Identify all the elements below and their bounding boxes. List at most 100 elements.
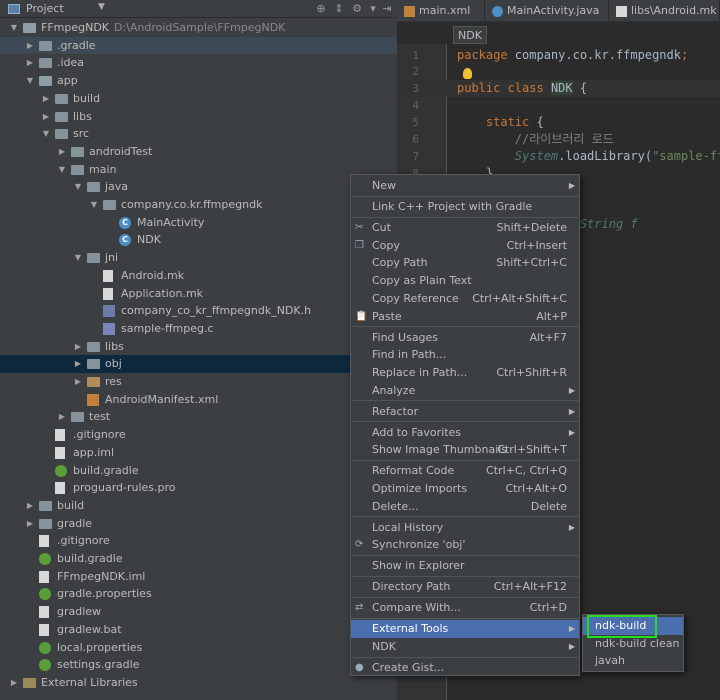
expanded-arrow-icon[interactable]: ▼ — [88, 196, 100, 213]
tree-row[interactable]: C MainActivity — [0, 214, 397, 232]
tree-row[interactable]: ▶ obj — [0, 355, 397, 373]
tree-row[interactable]: FFmpegNDK.iml — [0, 568, 397, 586]
menu-item-optimize-imports[interactable]: Optimize Imports Ctrl+Alt+O — [351, 480, 579, 498]
tree-row[interactable]: ▶ test — [0, 408, 397, 426]
tree-row[interactable]: ▼ FFmpegNDK D:\AndroidSample\FFmpegNDK — [0, 19, 397, 37]
menu-item-paste[interactable]: 📋 Paste Alt+P — [351, 308, 579, 326]
menu-item-replace-in-path[interactable]: Replace in Path... Ctrl+Shift+R — [351, 364, 579, 382]
menu-item-new[interactable]: New ▶ — [351, 177, 579, 195]
tree-row[interactable]: .gitignore — [0, 426, 397, 444]
tree-row[interactable]: ▼ jni — [0, 249, 397, 267]
collapsed-arrow-icon[interactable]: ▶ — [72, 355, 84, 372]
tree-row[interactable]: ▶ res — [0, 373, 397, 391]
project-view-selector[interactable]: Project — [26, 2, 64, 15]
menu-item-refactor[interactable]: Refactor ▶ — [351, 403, 579, 421]
menu-item-ndk[interactable]: NDK ▶ — [351, 638, 579, 656]
expanded-arrow-icon[interactable]: ▼ — [72, 249, 84, 266]
menu-item-add-to-favorites[interactable]: Add to Favorites ▶ — [351, 424, 579, 442]
menu-item-find-usages[interactable]: Find Usages Alt+F7 — [351, 329, 579, 347]
menu-item-compare-with[interactable]: ⇄ Compare With... Ctrl+D — [351, 599, 579, 617]
collapsed-arrow-icon[interactable]: ▶ — [56, 408, 68, 425]
tree-row[interactable]: ▶ libs — [0, 338, 397, 356]
code-line[interactable]: 5 static { — [397, 114, 720, 131]
tree-row[interactable]: proguard-rules.pro — [0, 479, 397, 497]
tree-row[interactable]: settings.gradle — [0, 656, 397, 674]
tree-row[interactable]: app.iml — [0, 444, 397, 462]
menu-item-copy[interactable]: ❐ Copy Ctrl+Insert — [351, 237, 579, 255]
expanded-arrow-icon[interactable]: ▼ — [56, 161, 68, 178]
menu-item-copy-as-plain-text[interactable]: Copy as Plain Text — [351, 272, 579, 290]
menu-item-reformat-code[interactable]: Reformat Code Ctrl+C, Ctrl+Q — [351, 462, 579, 480]
menu-item-show-image-thumbnails[interactable]: Show Image Thumbnails Ctrl+Shift+T — [351, 441, 579, 459]
tree-row[interactable]: ▶ build — [0, 90, 397, 108]
collapsed-arrow-icon[interactable]: ▶ — [40, 108, 52, 125]
expanded-arrow-icon[interactable]: ▼ — [8, 19, 20, 36]
tree-row[interactable]: AndroidManifest.xml — [0, 391, 397, 409]
submenu-item-javah[interactable]: javah — [583, 652, 683, 670]
tree-row[interactable]: ▼ java — [0, 178, 397, 196]
menu-item-cut[interactable]: ✂ Cut Shift+Delete — [351, 219, 579, 237]
code-line[interactable]: 7 System.loadLibrary("sample-ffmp — [397, 148, 720, 165]
tree-row[interactable]: gradlew — [0, 603, 397, 621]
tree-row[interactable]: ▶ gradle — [0, 515, 397, 533]
code-line[interactable]: 1 package company.co.kr.ffmpegndk; — [397, 47, 720, 64]
tree-row[interactable]: company_co_kr_ffmpegndk_NDK.h — [0, 302, 397, 320]
hide-panel-icon[interactable]: ⇥ — [380, 2, 394, 16]
tree-row[interactable]: ▶ .idea — [0, 54, 397, 72]
menu-item-local-history[interactable]: Local History ▶ — [351, 519, 579, 537]
collapsed-arrow-icon[interactable]: ▶ — [8, 674, 20, 691]
expanded-arrow-icon[interactable]: ▼ — [24, 72, 36, 89]
tree-row[interactable]: gradle.properties — [0, 585, 397, 603]
code-line[interactable]: 3 public class NDK { — [397, 80, 720, 98]
tree-row[interactable]: build.gradle — [0, 462, 397, 480]
tree-row[interactable]: ▶ .gradle — [0, 36, 397, 55]
tree-row[interactable]: ▼ main — [0, 161, 397, 179]
tree-row[interactable]: .gitignore — [0, 532, 397, 550]
collapsed-arrow-icon[interactable]: ▶ — [56, 143, 68, 160]
menu-item-link-c-project-with-gradle[interactable]: Link C++ Project with Gradle — [351, 198, 579, 216]
menu-item-synchronize-obj[interactable]: ⟳ Synchronize 'obj' — [351, 536, 579, 554]
editor-tab[interactable]: libs\Android.mk — [609, 0, 720, 22]
tree-row[interactable]: build.gradle — [0, 550, 397, 568]
menu-item-copy-path[interactable]: Copy Path Shift+Ctrl+C — [351, 254, 579, 272]
menu-item-analyze[interactable]: Analyze ▶ — [351, 382, 579, 400]
code-line[interactable]: 2 — [397, 63, 720, 80]
tree-row[interactable]: ▼ app — [0, 72, 397, 90]
menu-item-external-tools[interactable]: External Tools ▶ — [351, 620, 579, 639]
menu-item-show-in-explorer[interactable]: Show in Explorer — [351, 557, 579, 575]
collapsed-arrow-icon[interactable]: ▶ — [72, 338, 84, 355]
target-icon[interactable]: ⊕ — [314, 2, 328, 16]
tree-row[interactable]: local.properties — [0, 639, 397, 657]
code-line[interactable]: 4 — [397, 97, 720, 114]
tree-row[interactable]: sample-ffmpeg.c — [0, 320, 397, 338]
tree-row[interactable]: ▶ build — [0, 497, 397, 515]
collapsed-arrow-icon[interactable]: ▶ — [24, 54, 36, 71]
tree-row[interactable]: ▼ company.co.kr.ffmpegndk — [0, 196, 397, 214]
menu-item-delete[interactable]: Delete... Delete — [351, 498, 579, 516]
collapsed-arrow-icon[interactable]: ▶ — [72, 373, 84, 390]
menu-item-copy-reference[interactable]: Copy Reference Ctrl+Alt+Shift+C — [351, 290, 579, 308]
editor-tab[interactable]: MainActivity.java — [485, 0, 609, 22]
tree-row[interactable]: ▶ External Libraries — [0, 674, 397, 692]
chevron-down-icon[interactable]: ▼ — [98, 2, 105, 12]
expanded-arrow-icon[interactable]: ▼ — [40, 125, 52, 142]
menu-item-directory-path[interactable]: Directory Path Ctrl+Alt+F12 — [351, 578, 579, 596]
breadcrumb[interactable]: NDK — [453, 26, 487, 44]
menu-item-create-gist[interactable]: ● Create Gist... — [351, 659, 579, 677]
lightbulb-icon[interactable] — [463, 68, 472, 79]
expanded-arrow-icon[interactable]: ▼ — [72, 178, 84, 195]
tree-row[interactable]: ▼ src — [0, 125, 397, 143]
tree-row[interactable]: gradlew.bat — [0, 621, 397, 639]
collapsed-arrow-icon[interactable]: ▶ — [40, 90, 52, 107]
tree-row[interactable]: ▶ androidTest — [0, 143, 397, 161]
menu-item-find-in-path[interactable]: Find in Path... — [351, 346, 579, 364]
collapsed-arrow-icon[interactable]: ▶ — [24, 497, 36, 514]
tree-row[interactable]: C NDK — [0, 231, 397, 249]
tree-row[interactable]: ▶ libs — [0, 108, 397, 126]
settings-dropdown-icon[interactable]: ▾ — [366, 2, 380, 16]
collapsed-arrow-icon[interactable]: ▶ — [24, 37, 36, 54]
code-line[interactable]: 6 //라이브러리 로드 — [397, 131, 720, 148]
tree-row[interactable]: Android.mk — [0, 267, 397, 285]
collapsed-arrow-icon[interactable]: ▶ — [24, 515, 36, 532]
gear-icon[interactable]: ⚙ — [350, 2, 364, 16]
